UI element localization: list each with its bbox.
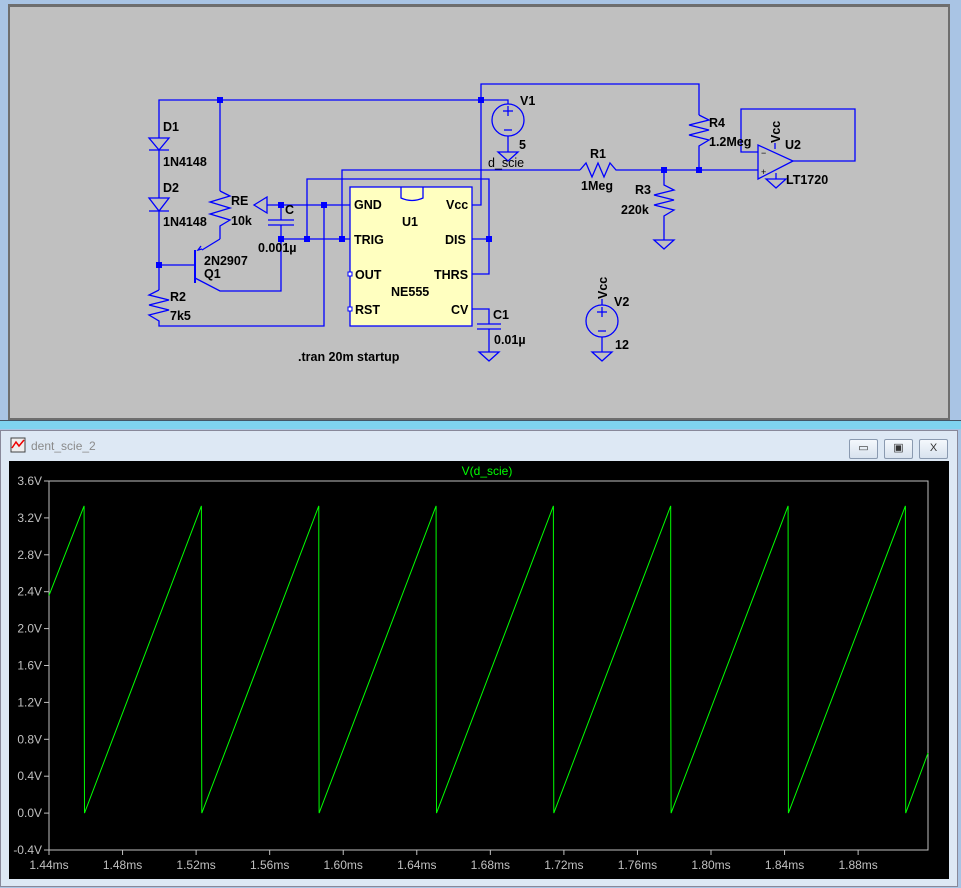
- y-tick-label: 0.8V: [17, 732, 42, 746]
- x-tick-label: 1.68ms: [471, 858, 510, 872]
- chart-svg[interactable]: V(d_scie) 3.6V 3.2V 2.8V 2.4V 2.0V 1.6V 1.2V 0.…: [1, 1, 961, 888]
- x-tick-label: 1.44ms: [29, 858, 68, 872]
- x-tick-label: 1.48ms: [103, 858, 142, 872]
- y-tick-label: 0.4V: [17, 769, 42, 783]
- x-tick-label: 1.56ms: [250, 858, 289, 872]
- x-tick-label: 1.88ms: [838, 858, 877, 872]
- y-tick-label: -0.4V: [13, 843, 42, 857]
- plot-frame: [48, 480, 929, 851]
- x-tick-label: 1.64ms: [397, 858, 436, 872]
- y-tick-label: 1.6V: [17, 659, 42, 673]
- x-tick-label: 1.76ms: [618, 858, 657, 872]
- x-tick-label: 1.60ms: [324, 858, 363, 872]
- plot-window: dent_scie_2 ▭ ▣ X V(d_scie) 3.6V 3.2V 2.8V…: [0, 430, 958, 887]
- y-tick-label: 2.0V: [17, 622, 42, 636]
- y-tick-label: 0.0V: [17, 806, 42, 820]
- x-tick-label: 1.84ms: [765, 858, 804, 872]
- x-tick-label: 1.72ms: [544, 858, 583, 872]
- x-tick-label: 1.52ms: [176, 858, 215, 872]
- waveform-plot[interactable]: V(d_scie) 3.6V 3.2V 2.8V 2.4V 2.0V 1.6V 1.2V 0.…: [9, 461, 949, 879]
- y-tick-label: 3.6V: [17, 474, 42, 488]
- y-tick-label: 2.8V: [17, 548, 42, 562]
- y-tick-label: 1.2V: [17, 695, 42, 709]
- trace-title[interactable]: V(d_scie): [462, 464, 513, 478]
- x-tick-label: 1.80ms: [691, 858, 730, 872]
- y-tick-label: 2.4V: [17, 585, 42, 599]
- trace-v-d-scie[interactable]: [48, 505, 929, 814]
- y-tick-label: 3.2V: [17, 511, 42, 525]
